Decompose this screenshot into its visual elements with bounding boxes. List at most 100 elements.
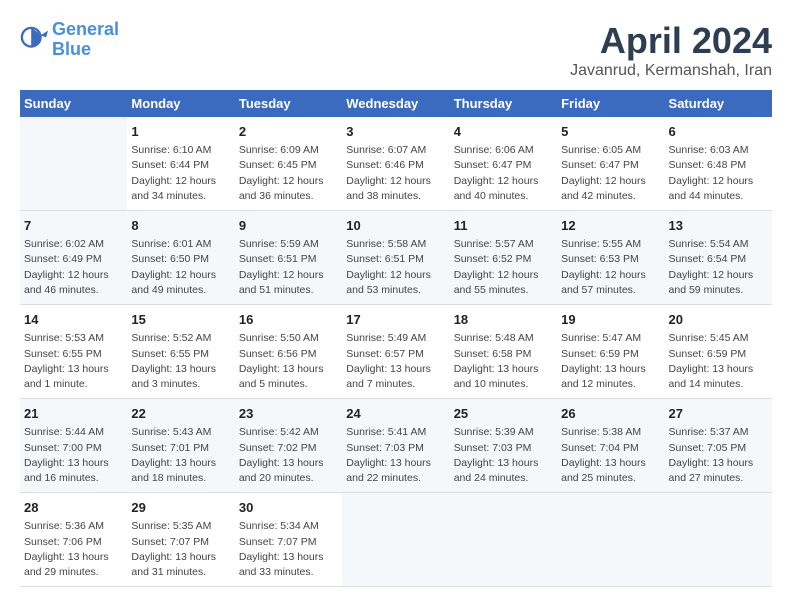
day-number: 15 xyxy=(131,311,230,329)
calendar-cell: 25Sunrise: 5:39 AM Sunset: 7:03 PM Dayli… xyxy=(450,399,557,493)
calendar-cell xyxy=(665,493,772,587)
calendar-cell: 13 Sunrise: 5:54 AM Sunset: 6:54 PM Dayli… xyxy=(665,211,772,305)
day-info: Sunrise: 5:37 AM Sunset: 7:05 PM Dayligh… xyxy=(669,425,768,486)
logo-icon xyxy=(20,26,48,54)
calendar-cell: 21 Sunrise: 5:44 AM Sunset: 7:00 PM Dayli… xyxy=(20,399,127,493)
calendar-cell: 27 Sunrise: 5:37 AM Sunset: 7:05 PM Dayli… xyxy=(665,399,772,493)
calendar-cell: 6 Sunrise: 6:03 AM Sunset: 6:48 PM Daylig… xyxy=(665,117,772,211)
day-number: 30 xyxy=(239,499,338,517)
day-info: Sunrise: 5:57 AM Sunset: 6:52 PM Dayligh… xyxy=(454,237,553,298)
day-number: 21 xyxy=(24,405,123,423)
calendar-cell xyxy=(450,493,557,587)
header-cell-friday: Friday xyxy=(557,90,664,117)
day-number: 7 xyxy=(24,217,123,235)
day-info: Sunrise: 5:45 AM Sunset: 6:59 PM Dayligh… xyxy=(669,331,768,392)
calendar-cell: 8 Sunrise: 6:01 AM Sunset: 6:50 PM Daylig… xyxy=(127,211,234,305)
calendar-cell: 3Sunrise: 6:07 AM Sunset: 6:46 PM Daylig… xyxy=(342,117,449,211)
day-info: Sunrise: 6:10 AM Sunset: 6:44 PM Dayligh… xyxy=(131,143,230,204)
day-number: 20 xyxy=(669,311,768,329)
calendar-cell: 4 Sunrise: 6:06 AM Sunset: 6:47 PM Daylig… xyxy=(450,117,557,211)
calendar-week-row: 14Sunrise: 5:53 AM Sunset: 6:55 PM Dayli… xyxy=(20,305,772,399)
day-number: 18 xyxy=(454,311,553,329)
day-info: Sunrise: 5:42 AM Sunset: 7:02 PM Dayligh… xyxy=(239,425,338,486)
calendar-cell: 24Sunrise: 5:41 AM Sunset: 7:03 PM Dayli… xyxy=(342,399,449,493)
calendar-cell: 14Sunrise: 5:53 AM Sunset: 6:55 PM Dayli… xyxy=(20,305,127,399)
calendar-cell xyxy=(342,493,449,587)
calendar-cell: 2 Sunrise: 6:09 AM Sunset: 6:45 PM Daylig… xyxy=(235,117,342,211)
day-info: Sunrise: 5:34 AM Sunset: 7:07 PM Dayligh… xyxy=(239,519,338,580)
calendar-table: SundayMondayTuesdayWednesdayThursdayFrid… xyxy=(20,90,772,587)
day-info: Sunrise: 5:53 AM Sunset: 6:55 PM Dayligh… xyxy=(24,331,123,392)
day-info: Sunrise: 6:06 AM Sunset: 6:47 PM Dayligh… xyxy=(454,143,553,204)
calendar-header-row: SundayMondayTuesdayWednesdayThursdayFrid… xyxy=(20,90,772,117)
location: Javanrud, Kermanshah, Iran xyxy=(570,62,772,80)
calendar-week-row: 28 Sunrise: 5:36 AM Sunset: 7:06 PM Dayli… xyxy=(20,493,772,587)
day-number: 13 xyxy=(669,217,768,235)
day-info: Sunrise: 5:55 AM Sunset: 6:53 PM Dayligh… xyxy=(561,237,660,298)
calendar-cell: 7Sunrise: 6:02 AM Sunset: 6:49 PM Daylig… xyxy=(20,211,127,305)
header-cell-tuesday: Tuesday xyxy=(235,90,342,117)
day-info: Sunrise: 5:52 AM Sunset: 6:55 PM Dayligh… xyxy=(131,331,230,392)
day-info: Sunrise: 6:03 AM Sunset: 6:48 PM Dayligh… xyxy=(669,143,768,204)
calendar-cell: 17 Sunrise: 5:49 AM Sunset: 6:57 PM Dayli… xyxy=(342,305,449,399)
calendar-cell: 23 Sunrise: 5:42 AM Sunset: 7:02 PM Dayli… xyxy=(235,399,342,493)
day-number: 8 xyxy=(131,217,230,235)
day-number: 19 xyxy=(561,311,660,329)
calendar-cell xyxy=(557,493,664,587)
header-cell-monday: Monday xyxy=(127,90,234,117)
day-number: 29 xyxy=(131,499,230,517)
day-number: 4 xyxy=(454,123,553,141)
calendar-cell: 20 Sunrise: 5:45 AM Sunset: 6:59 PM Dayli… xyxy=(665,305,772,399)
page-header: General Blue April 2024 Javanrud, Kerman… xyxy=(20,20,772,80)
calendar-cell: 9Sunrise: 5:59 AM Sunset: 6:51 PM Daylig… xyxy=(235,211,342,305)
day-number: 26 xyxy=(561,405,660,423)
day-number: 5 xyxy=(561,123,660,141)
day-number: 17 xyxy=(346,311,445,329)
calendar-cell: 28 Sunrise: 5:36 AM Sunset: 7:06 PM Dayli… xyxy=(20,493,127,587)
calendar-cell: 1Sunrise: 6:10 AM Sunset: 6:44 PM Daylig… xyxy=(127,117,234,211)
day-info: Sunrise: 5:54 AM Sunset: 6:54 PM Dayligh… xyxy=(669,237,768,298)
day-number: 16 xyxy=(239,311,338,329)
day-number: 6 xyxy=(669,123,768,141)
month-title: April 2024 xyxy=(570,20,772,62)
day-number: 27 xyxy=(669,405,768,423)
calendar-cell: 12Sunrise: 5:55 AM Sunset: 6:53 PM Dayli… xyxy=(557,211,664,305)
logo-text: General Blue xyxy=(52,20,119,60)
day-info: Sunrise: 6:07 AM Sunset: 6:46 PM Dayligh… xyxy=(346,143,445,204)
logo-line1: General xyxy=(52,19,119,39)
day-number: 23 xyxy=(239,405,338,423)
day-info: Sunrise: 5:36 AM Sunset: 7:06 PM Dayligh… xyxy=(24,519,123,580)
day-info: Sunrise: 5:47 AM Sunset: 6:59 PM Dayligh… xyxy=(561,331,660,392)
day-info: Sunrise: 6:01 AM Sunset: 6:50 PM Dayligh… xyxy=(131,237,230,298)
title-block: April 2024 Javanrud, Kermanshah, Iran xyxy=(570,20,772,80)
day-info: Sunrise: 5:44 AM Sunset: 7:00 PM Dayligh… xyxy=(24,425,123,486)
day-number: 2 xyxy=(239,123,338,141)
header-cell-sunday: Sunday xyxy=(20,90,127,117)
calendar-cell: 15 Sunrise: 5:52 AM Sunset: 6:55 PM Dayli… xyxy=(127,305,234,399)
calendar-cell: 26 Sunrise: 5:38 AM Sunset: 7:04 PM Dayli… xyxy=(557,399,664,493)
calendar-cell: 5 Sunrise: 6:05 AM Sunset: 6:47 PM Daylig… xyxy=(557,117,664,211)
calendar-cell: 30 Sunrise: 5:34 AM Sunset: 7:07 PM Dayli… xyxy=(235,493,342,587)
day-info: Sunrise: 5:50 AM Sunset: 6:56 PM Dayligh… xyxy=(239,331,338,392)
calendar-week-row: 7Sunrise: 6:02 AM Sunset: 6:49 PM Daylig… xyxy=(20,211,772,305)
header-cell-wednesday: Wednesday xyxy=(342,90,449,117)
day-info: Sunrise: 6:05 AM Sunset: 6:47 PM Dayligh… xyxy=(561,143,660,204)
header-cell-saturday: Saturday xyxy=(665,90,772,117)
day-number: 25 xyxy=(454,405,553,423)
day-info: Sunrise: 5:58 AM Sunset: 6:51 PM Dayligh… xyxy=(346,237,445,298)
calendar-cell: 18 Sunrise: 5:48 AM Sunset: 6:58 PM Dayli… xyxy=(450,305,557,399)
day-number: 28 xyxy=(24,499,123,517)
logo: General Blue xyxy=(20,20,119,60)
day-info: Sunrise: 5:48 AM Sunset: 6:58 PM Dayligh… xyxy=(454,331,553,392)
day-info: Sunrise: 5:49 AM Sunset: 6:57 PM Dayligh… xyxy=(346,331,445,392)
calendar-cell: 19 Sunrise: 5:47 AM Sunset: 6:59 PM Dayli… xyxy=(557,305,664,399)
day-info: Sunrise: 5:41 AM Sunset: 7:03 PM Dayligh… xyxy=(346,425,445,486)
day-number: 22 xyxy=(131,405,230,423)
day-info: Sunrise: 5:43 AM Sunset: 7:01 PM Dayligh… xyxy=(131,425,230,486)
day-number: 10 xyxy=(346,217,445,235)
calendar-cell xyxy=(20,117,127,211)
day-info: Sunrise: 5:35 AM Sunset: 7:07 PM Dayligh… xyxy=(131,519,230,580)
day-info: Sunrise: 5:38 AM Sunset: 7:04 PM Dayligh… xyxy=(561,425,660,486)
day-info: Sunrise: 6:09 AM Sunset: 6:45 PM Dayligh… xyxy=(239,143,338,204)
calendar-cell: 10 Sunrise: 5:58 AM Sunset: 6:51 PM Dayli… xyxy=(342,211,449,305)
